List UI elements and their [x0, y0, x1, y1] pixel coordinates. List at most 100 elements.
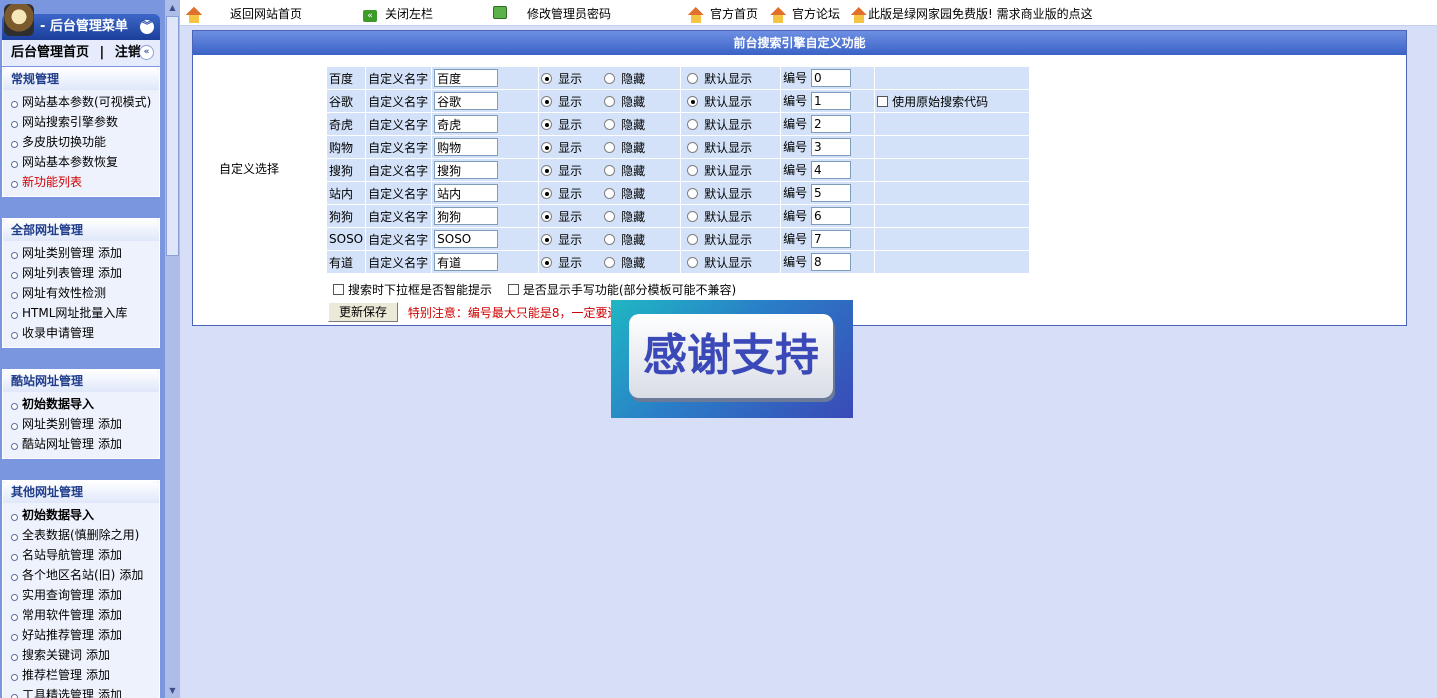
hide-radio[interactable]	[604, 187, 616, 199]
sidebar-item[interactable]: 网址类别管理 添加	[9, 414, 159, 434]
sidebar-item-label[interactable]: 多皮肤切换功能	[22, 135, 106, 149]
number-input[interactable]	[810, 207, 851, 225]
sidebar-item-label[interactable]: 网址类别管理	[22, 417, 94, 431]
sidebar-group-title[interactable]: 其他网址管理	[3, 481, 159, 503]
show-radio[interactable]	[541, 210, 553, 222]
scroll-down-icon[interactable]: ▼	[165, 683, 180, 698]
sidebar-item-add-link[interactable]: 添加	[98, 688, 122, 698]
number-input[interactable]	[810, 115, 851, 133]
key-icon[interactable]	[493, 6, 507, 23]
sidebar-item-add-link[interactable]: 添加	[86, 668, 110, 682]
sidebar-item-label[interactable]: 常用软件管理	[22, 608, 94, 622]
handwrite-checkbox[interactable]	[507, 284, 519, 295]
logout-link[interactable]: 注销	[115, 45, 141, 60]
sidebar-item[interactable]: 实用查询管理 添加	[9, 585, 159, 605]
sidebar-item-label[interactable]: 新功能列表	[22, 175, 82, 189]
sidebar-item[interactable]: 网址有效性检测	[9, 283, 159, 303]
show-radio[interactable]	[541, 256, 553, 268]
change-password-link[interactable]: 修改管理员密码	[527, 6, 611, 22]
sidebar-item-label[interactable]: 网址类别管理	[22, 246, 94, 260]
sidebar-item-label[interactable]: 搜索关键词	[22, 648, 82, 662]
sidebar-item-label[interactable]: 网址有效性检测	[22, 286, 106, 300]
sidebar-item[interactable]: 网站搜索引擎参数	[9, 112, 159, 132]
hide-radio[interactable]	[604, 141, 616, 153]
home-icon[interactable]	[186, 6, 202, 23]
default-radio[interactable]	[687, 164, 699, 176]
sidebar-item[interactable]: 工具精选管理 添加	[9, 685, 159, 698]
show-radio[interactable]	[541, 233, 553, 245]
sidebar-item[interactable]: 全表数据(慎删除之用)	[9, 525, 159, 545]
sidebar-item-add-link[interactable]: 添加	[119, 568, 143, 582]
sidebar-item[interactable]: 各个地区名站(旧) 添加	[9, 565, 159, 585]
hide-radio[interactable]	[604, 256, 616, 268]
use-original-checkbox[interactable]	[877, 95, 889, 107]
number-input[interactable]	[810, 184, 851, 202]
sidebar-item[interactable]: 网站基本参数(可视模式)	[9, 92, 159, 112]
sidebar-item[interactable]: 初始数据导入	[9, 394, 159, 414]
hide-sidebar-icon[interactable]: «	[139, 45, 154, 60]
sidebar-item-add-link[interactable]: 添加	[86, 648, 110, 662]
custom-name-input[interactable]	[434, 253, 499, 271]
number-input[interactable]	[810, 69, 851, 87]
sidebar-item[interactable]: 多皮肤切换功能	[9, 132, 159, 152]
official-forum-link[interactable]: 官方论坛	[792, 6, 840, 22]
sidebar-item-add-link[interactable]: 添加	[98, 246, 122, 260]
sidebar-scrollbar[interactable]: ▲ ▼	[165, 0, 180, 698]
sidebar-item[interactable]: 网址类别管理 添加	[9, 243, 159, 263]
sidebar-home-link[interactable]: 后台管理首页	[11, 45, 89, 60]
sidebar-item[interactable]: 初始数据导入	[9, 505, 159, 525]
sidebar-item-add-link[interactable]: 添加	[98, 266, 122, 280]
sidebar-item-label[interactable]: HTML网址批量入库	[22, 306, 127, 320]
default-radio[interactable]	[687, 256, 699, 268]
sidebar-group-title[interactable]: 全部网址管理	[3, 219, 159, 241]
scroll-up-icon[interactable]: ▲	[165, 0, 180, 15]
custom-name-input[interactable]	[434, 207, 499, 225]
sidebar-group-title[interactable]: 酷站网址管理	[3, 370, 159, 392]
custom-name-input[interactable]	[434, 230, 499, 248]
collapse-menu-icon[interactable]: ︾	[140, 20, 154, 34]
sidebar-item-label[interactable]: 网站基本参数(可视模式)	[22, 95, 151, 109]
sidebar-item-label[interactable]: 全表数据(慎删除之用)	[22, 528, 139, 542]
default-radio[interactable]	[687, 187, 699, 199]
sidebar-item[interactable]: 网站基本参数恢复	[9, 152, 159, 172]
default-radio[interactable]	[687, 118, 699, 130]
sidebar-item[interactable]: 好站推荐管理 添加	[9, 625, 159, 645]
hide-radio[interactable]	[604, 118, 616, 130]
default-radio[interactable]	[687, 233, 699, 245]
custom-name-input[interactable]	[434, 184, 499, 202]
sidebar-group-title[interactable]: 常规管理	[3, 68, 159, 90]
number-input[interactable]	[810, 92, 851, 110]
sidebar-item[interactable]: 推荐栏管理 添加	[9, 665, 159, 685]
sidebar-item-label[interactable]: 好站推荐管理	[22, 628, 94, 642]
sidebar-item-label[interactable]: 名站导航管理	[22, 548, 94, 562]
sidebar-item-label[interactable]: 工具精选管理	[22, 688, 94, 698]
hide-radio[interactable]	[604, 210, 616, 222]
sidebar-item-label[interactable]: 收录申请管理	[22, 326, 94, 340]
sidebar-item[interactable]: 收录申请管理	[9, 323, 159, 343]
sidebar-item-add-link[interactable]: 添加	[98, 608, 122, 622]
sidebar-item-label[interactable]: 推荐栏管理	[22, 668, 82, 682]
show-radio[interactable]	[541, 141, 553, 153]
number-input[interactable]	[810, 230, 851, 248]
show-radio[interactable]	[541, 72, 553, 84]
sidebar-item[interactable]: 网址列表管理 添加	[9, 263, 159, 283]
sidebar-item-add-link[interactable]: 添加	[98, 588, 122, 602]
sidebar-item-label[interactable]: 酷站网址管理	[22, 437, 94, 451]
sidebar-item-add-link[interactable]: 添加	[98, 548, 122, 562]
sidebar-item-add-link[interactable]: 添加	[98, 628, 122, 642]
sidebar-item-label[interactable]: 网站基本参数恢复	[22, 155, 118, 169]
sidebar-item[interactable]: 酷站网址管理 添加	[9, 434, 159, 454]
show-radio[interactable]	[541, 118, 553, 130]
hide-radio[interactable]	[604, 72, 616, 84]
official-home-icon[interactable]	[688, 6, 704, 23]
sidebar-item-label[interactable]: 实用查询管理	[22, 588, 94, 602]
sidebar-item[interactable]: 名站导航管理 添加	[9, 545, 159, 565]
number-input[interactable]	[810, 253, 851, 271]
sidebar-item[interactable]: 常用软件管理 添加	[9, 605, 159, 625]
forum-icon[interactable]	[770, 6, 786, 23]
smart-hint-checkbox[interactable]	[333, 284, 344, 295]
custom-name-input[interactable]	[434, 92, 499, 110]
custom-name-input[interactable]	[434, 115, 499, 133]
default-radio[interactable]	[687, 210, 699, 222]
show-radio[interactable]	[541, 95, 553, 107]
